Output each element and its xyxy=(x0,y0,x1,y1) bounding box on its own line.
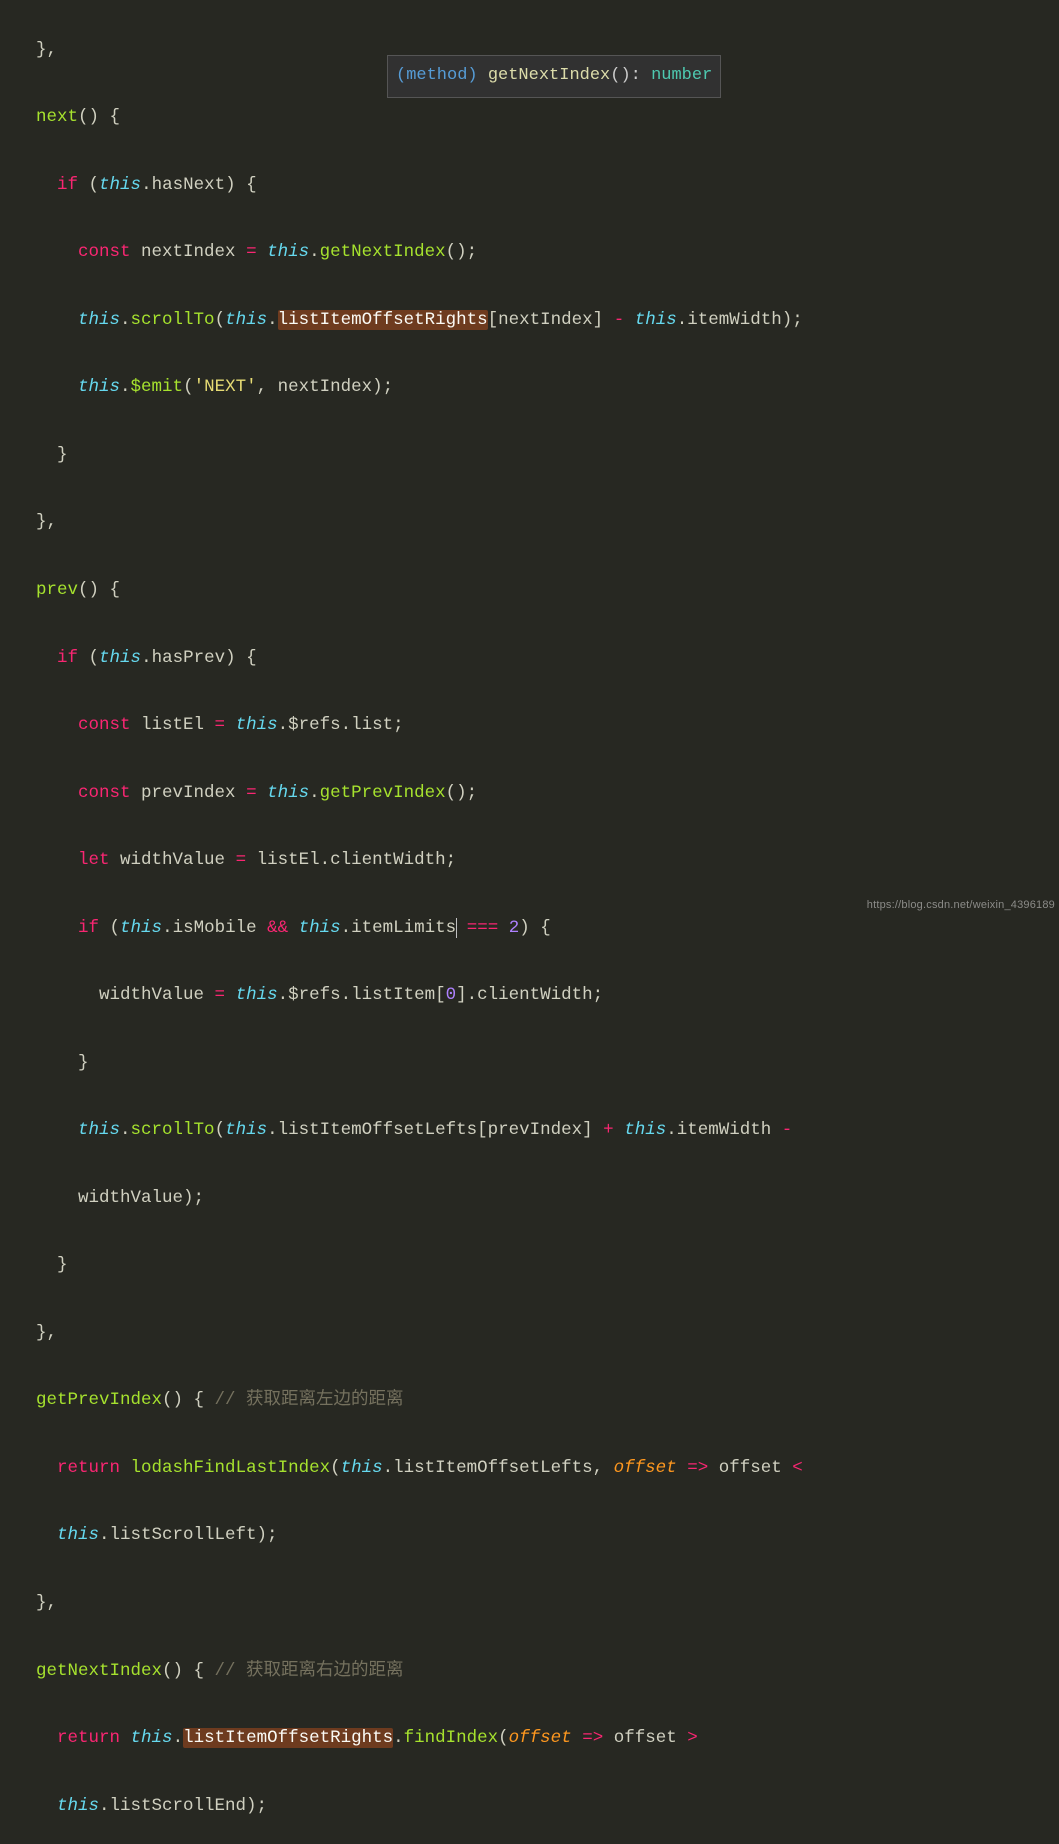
code-line[interactable]: let widthValue = listEl.clientWidth; xyxy=(36,844,1059,878)
highlighted-identifier: listItemOffsetRights xyxy=(278,310,488,330)
tooltip-parens: (): xyxy=(610,66,641,85)
code-line[interactable]: }, xyxy=(36,506,1059,540)
code-editor[interactable]: }, next() { if (this.hasNext) { const ne… xyxy=(0,0,1059,1844)
code-line[interactable]: this.scrollTo(this.listItemOffsetLefts[p… xyxy=(36,1114,1059,1148)
code-line[interactable]: }, xyxy=(36,1587,1059,1621)
tooltip-return-type: number xyxy=(651,66,712,85)
code-line[interactable]: this.scrollTo(this.listItemOffsetRights[… xyxy=(36,304,1059,338)
code-comment: // 获取距离左边的距离 xyxy=(215,1390,404,1410)
watermark-text: https://blog.csdn.net/weixin_4396189 xyxy=(867,895,1055,916)
code-line[interactable]: this.$emit('NEXT', nextIndex); xyxy=(36,371,1059,405)
tooltip-kind: (method) xyxy=(396,66,478,85)
code-comment: // 获取距离右边的距离 xyxy=(215,1661,404,1681)
code-line[interactable]: prev() { xyxy=(36,574,1059,608)
code-line[interactable]: } xyxy=(36,1249,1059,1283)
code-line[interactable]: widthValue); xyxy=(36,1182,1059,1216)
code-line[interactable]: return this.listItemOffsetRights.findInd… xyxy=(36,1722,1059,1756)
code-line[interactable]: } xyxy=(36,439,1059,473)
code-line[interactable]: this.listScrollLeft); xyxy=(36,1519,1059,1553)
code-line[interactable]: if (this.isMobile && this.itemLimits ===… xyxy=(36,912,1059,946)
intellisense-tooltip: (method) getNextIndex(): number xyxy=(387,55,721,98)
highlighted-identifier: listItemOffsetRights xyxy=(183,1728,393,1748)
code-line[interactable]: return lodashFindLastIndex(this.listItem… xyxy=(36,1452,1059,1486)
tooltip-method-name: getNextIndex xyxy=(488,66,610,85)
code-line[interactable]: next() { xyxy=(36,101,1059,135)
code-line[interactable]: const nextIndex = this.getNextIndex(); xyxy=(36,236,1059,270)
code-line[interactable]: getPrevIndex() { // 获取距离左边的距离 xyxy=(36,1384,1059,1418)
code-line[interactable]: widthValue = this.$refs.listItem[0].clie… xyxy=(36,979,1059,1013)
code-line[interactable]: const prevIndex = this.getPrevIndex(); xyxy=(36,777,1059,811)
code-line[interactable]: const listEl = this.$refs.list; xyxy=(36,709,1059,743)
code-line[interactable]: getNextIndex() { // 获取距离右边的距离 xyxy=(36,1655,1059,1689)
code-line[interactable]: this.listScrollEnd); xyxy=(36,1790,1059,1824)
code-line[interactable]: if (this.hasNext) { xyxy=(36,169,1059,203)
code-line[interactable]: }, xyxy=(36,1317,1059,1351)
code-line[interactable]: } xyxy=(36,1047,1059,1081)
code-line[interactable]: if (this.hasPrev) { xyxy=(36,642,1059,676)
